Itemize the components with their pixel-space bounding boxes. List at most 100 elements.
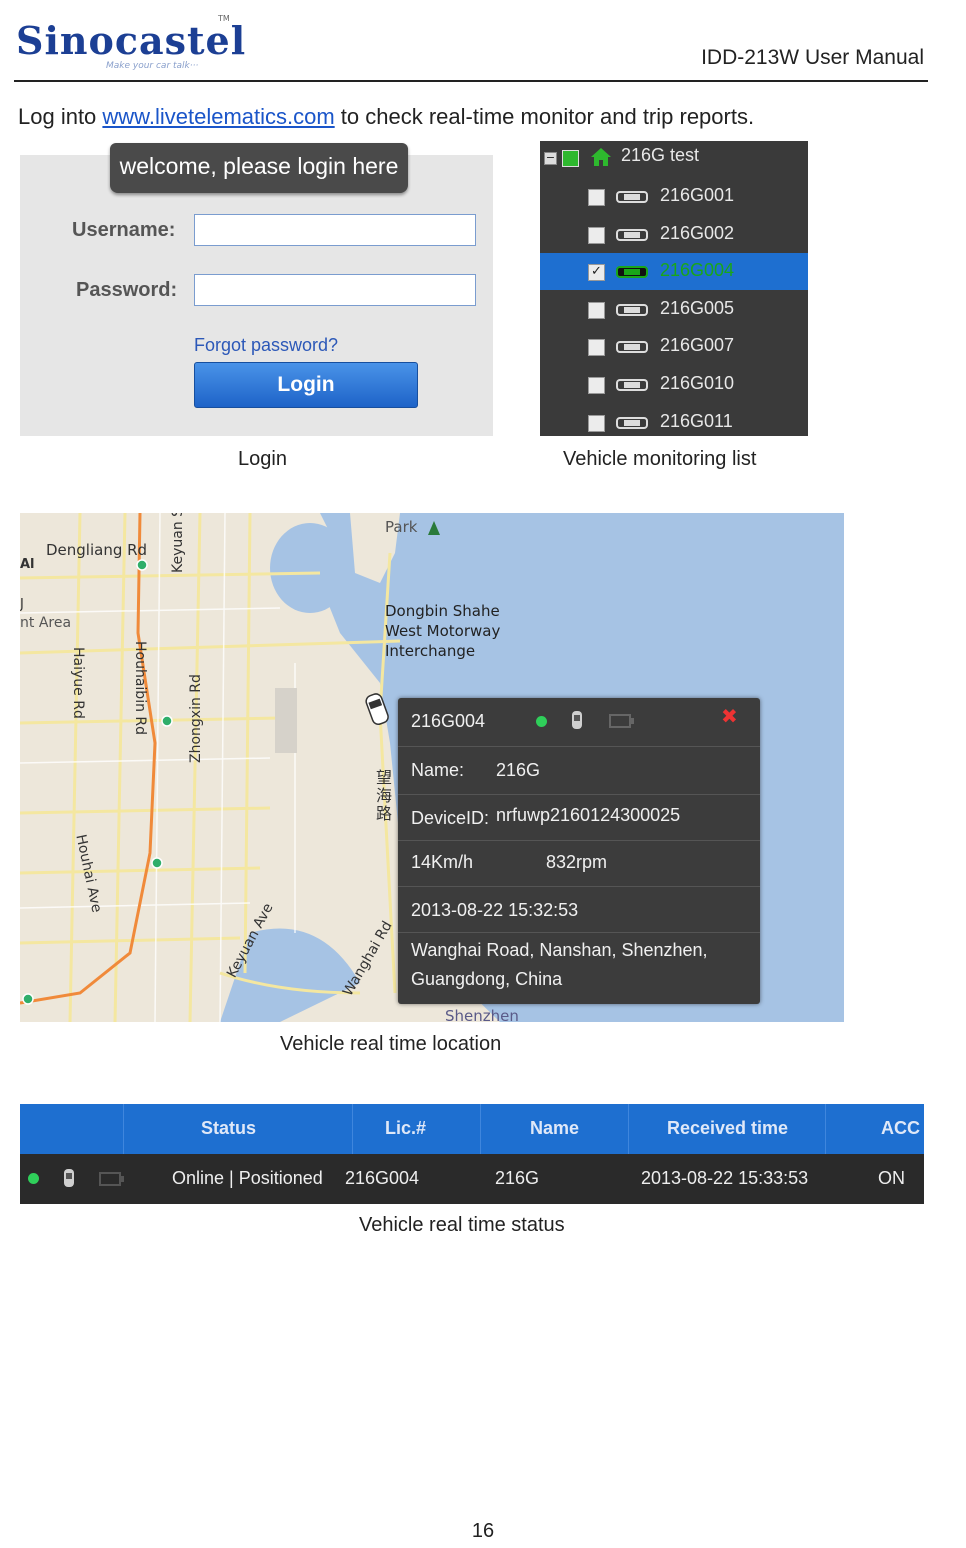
vehicle-id: 216G005 <box>660 297 735 318</box>
car-icon <box>616 379 648 391</box>
popup-device-label: DeviceID: <box>411 808 490 828</box>
brand-tagline: Make your car talk··· <box>106 61 199 71</box>
online-status-icon <box>28 1173 39 1184</box>
close-icon[interactable]: ✖ <box>721 704 738 728</box>
map-caption: Vehicle real time location <box>280 1033 502 1055</box>
map-label-zhongxin: Zhongxin Rd <box>188 674 204 763</box>
login-caption: Login <box>238 448 287 470</box>
vehicle-group-row[interactable]: − 216G test <box>540 141 808 178</box>
popup-rpm: 832rpm <box>546 852 608 872</box>
header-divider <box>14 80 928 82</box>
vehicle-checkbox[interactable] <box>588 414 605 432</box>
vehicle-checkbox[interactable] <box>588 226 605 244</box>
vehicle-list: − 216G test 216G001 216G002 ✓ 216G004 216G00… <box>540 141 808 436</box>
online-status-icon <box>536 716 547 727</box>
intro-prefix: Log into <box>18 104 103 129</box>
map-label-al: Al <box>20 557 35 572</box>
vehicle-list-caption: Vehicle monitoring list <box>563 448 757 470</box>
group-name: 216G test <box>621 145 700 165</box>
popup-name-row: Name: 216G <box>398 746 760 795</box>
car-icon <box>616 228 648 241</box>
status-caption: Vehicle real time status <box>359 1214 565 1236</box>
cell-received-time: 2013-08-22 15:33:53 <box>641 1168 809 1188</box>
status-table: Status Lic.# Name Received time ACC Onli… <box>20 1104 924 1204</box>
popup-name-value: 216G <box>496 760 541 780</box>
interchange-line-1: Dongbin Shahe <box>385 602 500 620</box>
vehicle-id: 216G011 <box>660 410 733 431</box>
vehicle-list-item[interactable]: 216G002 <box>540 216 808 253</box>
brand-logo: Sinocastel <box>16 18 247 63</box>
intro-suffix: to check real-time monitor and trip repo… <box>334 104 755 129</box>
header-status[interactable]: Status <box>201 1118 256 1139</box>
vehicle-info-popup: 216G004 ✖ Name: 216G DeviceID: nrfuwp216… <box>398 698 760 1004</box>
map-label-shenzhen: Shenzhen <box>445 1007 519 1022</box>
map-label-dengliang: Dengliang Rd <box>46 541 148 559</box>
car-icon <box>616 191 648 203</box>
vehicle-checkbox[interactable] <box>588 301 605 319</box>
table-row[interactable]: Online | Positioned 216G004 216G 2013-08… <box>20 1154 924 1204</box>
vehicle-checkbox[interactable]: ✓ <box>588 264 605 282</box>
map-label-wanghai-cn: 望海路 <box>376 768 393 823</box>
header-acc[interactable]: ACC <box>881 1118 920 1139</box>
car-icon <box>616 341 648 354</box>
password-label: Password: <box>76 279 178 301</box>
popup-address-row: Wanghai Road, Nanshan, Shenzhen, Guangdo… <box>398 932 760 1004</box>
vehicle-list-item[interactable]: 216G007 <box>540 328 808 365</box>
popup-header-row: 216G004 ✖ <box>398 698 760 747</box>
popup-vehicle-id: 216G004 <box>411 711 486 731</box>
login-title-tab: welcome, please login here <box>110 143 408 193</box>
vehicle-list-item[interactable]: ✓ 216G004 <box>540 253 808 291</box>
car-icon <box>616 266 648 279</box>
popup-speed-row: 14Km/h 832rpm <box>398 840 760 887</box>
car-icon <box>616 416 648 429</box>
popup-time: 2013-08-22 15:32:53 <box>411 900 579 920</box>
vehicle-checkbox[interactable] <box>588 189 605 206</box>
status-table-header: Status Lic.# Name Received time ACC <box>20 1104 924 1154</box>
gps-signal-icon <box>64 1169 74 1187</box>
engine-icon <box>99 1172 124 1186</box>
collapse-icon[interactable]: − <box>544 152 557 165</box>
vehicle-list-item[interactable]: 216G001 <box>540 178 808 215</box>
header-name[interactable]: Name <box>530 1118 579 1139</box>
group-checkbox[interactable] <box>562 150 579 167</box>
gps-signal-icon <box>572 711 582 729</box>
vehicle-list-item[interactable]: 216G005 <box>540 291 808 328</box>
password-input[interactable] <box>194 274 476 306</box>
popup-address-line2: Guangdong, China <box>411 969 563 989</box>
map-label-haiyue: Haiyue Rd <box>70 647 86 719</box>
car-icon <box>616 303 648 316</box>
engine-icon <box>609 714 634 728</box>
map-label-houhaibin: Houhaibin Rd <box>132 641 148 736</box>
popup-address-line1: Wanghai Road, Nanshan, Shenzhen, <box>411 940 708 960</box>
vehicle-list-item[interactable]: 216G011 <box>540 404 808 441</box>
popup-time-row: 2013-08-22 15:32:53 <box>398 886 760 933</box>
username-label: Username: <box>72 219 176 241</box>
vehicle-checkbox[interactable] <box>588 339 605 357</box>
header-received-time[interactable]: Received time <box>667 1118 788 1139</box>
header-lic[interactable]: Lic.# <box>385 1118 426 1139</box>
vehicle-id: 216G007 <box>660 335 735 356</box>
brand-trademark: TM <box>218 14 230 23</box>
vehicle-id: 216G002 <box>660 222 735 243</box>
username-input[interactable] <box>194 214 476 246</box>
intro-sentence: Log into www.livetelematics.com to check… <box>18 104 754 130</box>
cell-status: Online | Positioned <box>172 1168 323 1188</box>
vehicle-id: 216G010 <box>660 373 735 393</box>
website-link[interactable]: www.livetelematics.com <box>102 104 334 129</box>
map-label-interchange: Dongbin Shahe West Motorway Interchange <box>385 601 500 661</box>
manual-title: IDD-213W User Manual <box>701 46 924 69</box>
interchange-line-3: Interchange <box>385 642 476 660</box>
vehicle-list-item[interactable]: 216G010 <box>540 366 808 403</box>
map-label-park: Park <box>385 518 418 536</box>
cell-name: 216G <box>495 1168 540 1188</box>
popup-device-value: nrfuwp2160124300025 <box>496 805 681 825</box>
page-number: 16 <box>471 1520 495 1542</box>
map-label-area: nt Area <box>20 615 72 631</box>
cell-lic: 216G004 <box>345 1168 420 1188</box>
forgot-password-link[interactable]: Forgot password? <box>194 335 338 356</box>
popup-name-label: Name: <box>411 760 465 780</box>
home-icon <box>591 148 611 166</box>
vehicle-checkbox[interactable] <box>588 377 605 394</box>
login-button[interactable]: Login <box>194 362 418 408</box>
popup-speed: 14Km/h <box>411 852 474 872</box>
